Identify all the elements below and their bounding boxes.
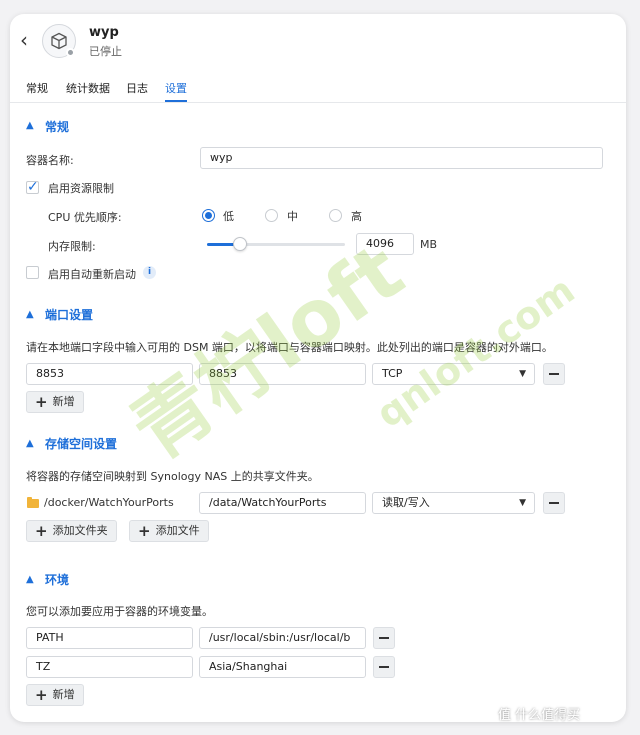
mount-path-input[interactable]: /data/WatchYourPorts xyxy=(199,492,366,514)
cpu-priority-high-radio[interactable] xyxy=(329,209,342,222)
remove-env-button[interactable] xyxy=(373,627,395,649)
plus-icon: + xyxy=(35,522,48,540)
env-description: 您可以添加要应用于容器的环境变量。 xyxy=(26,605,213,618)
resource-limit-label: 启用资源限制 xyxy=(48,182,114,195)
folder-icon xyxy=(27,497,39,508)
plus-icon: + xyxy=(35,686,48,704)
add-env-button[interactable]: + 新增 xyxy=(26,684,84,706)
auto-restart-checkbox[interactable] xyxy=(26,266,39,279)
cpu-priority-label: CPU 优先顺序: xyxy=(48,211,122,224)
remove-port-button[interactable] xyxy=(543,363,565,385)
remove-env-button[interactable] xyxy=(373,656,395,678)
tab-general[interactable]: 常规 xyxy=(26,80,48,96)
dropdown-arrow-icon: ▼ xyxy=(519,369,526,379)
cpu-priority-low-radio[interactable] xyxy=(202,209,215,222)
corner-watermark: 值 什么值得买 xyxy=(498,708,581,723)
minus-icon xyxy=(549,373,559,375)
auto-restart-label: 启用自动重新启动 xyxy=(48,268,136,281)
minus-icon xyxy=(379,666,389,668)
protocol-select[interactable]: TCP ▼ xyxy=(372,363,535,385)
dropdown-arrow-icon: ▼ xyxy=(519,498,526,508)
add-file-label: 添加文件 xyxy=(155,524,200,537)
cpu-priority-medium-label: 中 xyxy=(287,210,298,223)
collapse-chevron-icon[interactable]: ▲ xyxy=(26,574,34,585)
container-title: wyp xyxy=(89,25,119,40)
resource-limit-checkbox[interactable]: ✓ xyxy=(26,179,39,195)
container-port-input[interactable]: 8853 xyxy=(199,363,366,385)
tab-logs[interactable]: 日志 xyxy=(126,80,148,96)
container-name-input[interactable]: wyp xyxy=(200,147,603,169)
checkmark-icon: ✓ xyxy=(27,179,39,195)
local-port-input[interactable]: 8853 xyxy=(26,363,193,385)
section-storage-title[interactable]: 存储空间设置 xyxy=(45,435,117,452)
add-folder-button[interactable]: + 添加文件夹 xyxy=(26,520,117,542)
add-port-button[interactable]: + 新增 xyxy=(26,391,84,413)
section-ports-title[interactable]: 端口设置 xyxy=(45,306,93,323)
mount-mode-value: 读取/写入 xyxy=(382,496,430,509)
memory-slider-thumb[interactable] xyxy=(233,237,248,251)
protocol-value: TCP xyxy=(382,367,403,380)
memory-unit-label: MB xyxy=(420,238,438,251)
back-chevron-icon[interactable]: ‹ xyxy=(20,30,36,50)
host-folder-path[interactable]: /docker/WatchYourPorts xyxy=(44,496,174,509)
minus-icon xyxy=(379,637,389,639)
cpu-priority-high-label: 高 xyxy=(351,210,362,223)
cpu-priority-medium-radio[interactable] xyxy=(265,209,278,222)
collapse-chevron-icon[interactable]: ▲ xyxy=(26,120,34,131)
add-file-button[interactable]: + 添加文件 xyxy=(129,520,209,542)
cube-icon xyxy=(51,32,67,50)
tab-statistics[interactable]: 统计数据 xyxy=(66,80,110,96)
collapse-chevron-icon[interactable]: ▲ xyxy=(26,309,34,320)
ports-description: 请在本地端口字段中输入可用的 DSM 端口，以将端口与容器端口映射。此处列出的端… xyxy=(26,341,553,354)
section-env-title[interactable]: 环境 xyxy=(45,571,69,588)
container-name-label: 容器名称: xyxy=(26,154,74,167)
tab-settings[interactable]: 设置 xyxy=(165,80,187,96)
env-name-input[interactable]: PATH xyxy=(26,627,193,649)
info-icon[interactable]: i xyxy=(143,266,156,279)
add-port-label: 新增 xyxy=(52,395,75,408)
env-value-input[interactable]: /usr/local/sbin:/usr/local/b xyxy=(199,627,366,649)
add-env-label: 新增 xyxy=(52,688,75,701)
mount-mode-select[interactable]: 读取/写入 ▼ xyxy=(372,492,535,514)
memory-limit-label: 内存限制: xyxy=(48,240,96,253)
tabs-divider xyxy=(10,102,626,103)
section-general-title[interactable]: 常规 xyxy=(45,118,69,135)
env-name-input[interactable]: TZ xyxy=(26,656,193,678)
status-indicator xyxy=(66,48,75,57)
cpu-priority-low-label: 低 xyxy=(223,210,234,223)
minus-icon xyxy=(549,502,559,504)
collapse-chevron-icon[interactable]: ▲ xyxy=(26,438,34,449)
plus-icon: + xyxy=(138,522,151,540)
env-value-input[interactable]: Asia/Shanghai xyxy=(199,656,366,678)
storage-description: 将容器的存储空间映射到 Synology NAS 上的共享文件夹。 xyxy=(26,470,319,483)
plus-icon: + xyxy=(35,393,48,411)
add-folder-label: 添加文件夹 xyxy=(52,524,108,537)
tab-active-indicator xyxy=(165,100,187,102)
memory-value-input[interactable]: 4096 xyxy=(356,233,414,255)
container-status: 已停止 xyxy=(89,45,122,58)
settings-panel: ‹ wyp 已停止 常规 统计数据 日志 设置 ▲ 常规 容器名称: wyp ✓… xyxy=(10,14,626,722)
remove-storage-button[interactable] xyxy=(543,492,565,514)
